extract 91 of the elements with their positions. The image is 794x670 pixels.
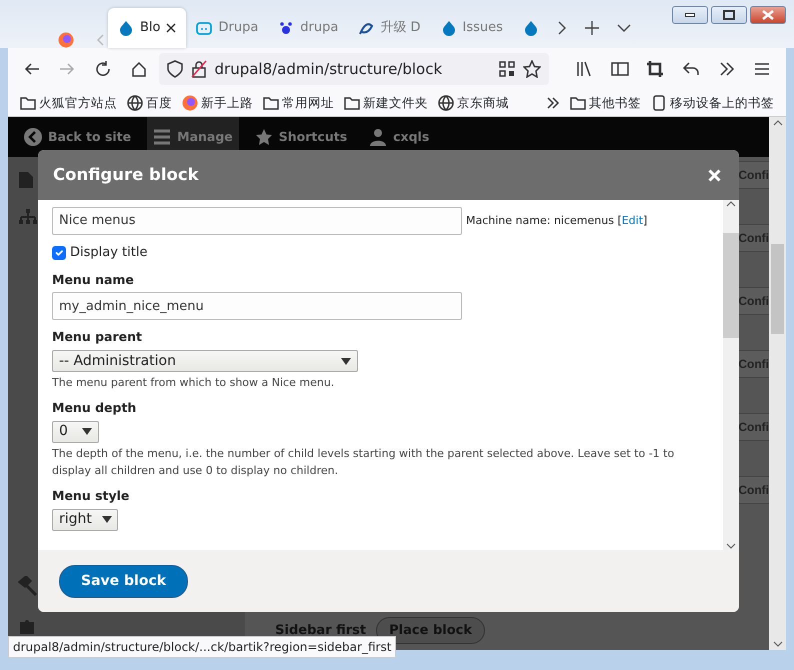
scrollbar-thumb[interactable] bbox=[771, 244, 784, 334]
browser-tab[interactable]: drupa bbox=[268, 8, 348, 48]
firefox-logo-icon[interactable] bbox=[58, 32, 74, 48]
help-text: The depth of the menu, i.e. the number of child levels starting with the parent selected above. Leave set to -1 to display all children and use 0 to display no children. bbox=[52, 446, 676, 479]
reload-icon bbox=[94, 60, 112, 78]
dialog-title: Configure block bbox=[53, 164, 199, 186]
caret-down-icon bbox=[82, 428, 92, 436]
display-title-checkbox[interactable] bbox=[52, 246, 66, 260]
chevron-right-icon[interactable] bbox=[556, 21, 567, 35]
field-label: Menu depth bbox=[52, 399, 138, 417]
browser-tab[interactable]: Blo bbox=[108, 8, 186, 48]
drop-icon bbox=[522, 20, 539, 36]
star-icon bbox=[254, 128, 273, 146]
globe-icon bbox=[127, 95, 143, 111]
menu-name-field[interactable]: my_admin_nice_menu bbox=[52, 292, 462, 320]
paw-icon bbox=[278, 20, 294, 36]
scroll-down-icon bbox=[726, 543, 736, 550]
home-icon bbox=[130, 60, 148, 78]
bookmark-link[interactable]: 新建文件夹 bbox=[344, 94, 428, 112]
sidebar-icon bbox=[610, 60, 629, 78]
browser-tab[interactable]: 升级 D bbox=[348, 8, 431, 48]
field-label: Menu parent bbox=[52, 328, 143, 346]
menu-depth-select[interactable]: 0 bbox=[52, 420, 99, 443]
edit-link[interactable]: Edit bbox=[622, 214, 644, 227]
folder-icon bbox=[20, 95, 36, 111]
menu-style-select[interactable]: right bbox=[52, 508, 118, 530]
sitemap-icon bbox=[18, 209, 38, 225]
library-icon bbox=[575, 60, 594, 78]
browser-tab[interactable]: Issues bbox=[430, 8, 513, 48]
scroll-down-icon bbox=[772, 641, 782, 648]
bookmark-link[interactable]: 百度 bbox=[127, 94, 172, 112]
firefox-logo-icon bbox=[182, 95, 198, 111]
undo-arrow-icon bbox=[682, 60, 700, 78]
hammer-icon bbox=[18, 576, 38, 596]
drop-icon bbox=[440, 20, 457, 36]
title-field[interactable]: Nice menus bbox=[52, 207, 462, 235]
double-chevron-icon[interactable] bbox=[546, 96, 560, 110]
dialog-scrollbar[interactable] bbox=[723, 200, 739, 550]
field-label: Menu style bbox=[52, 486, 130, 505]
folder-icon bbox=[263, 95, 279, 111]
maximize-icon bbox=[723, 10, 735, 20]
field-label: Menu name bbox=[52, 270, 135, 288]
toolbar-link[interactable]: Back to site bbox=[18, 117, 138, 157]
double-chevron-icon bbox=[718, 60, 736, 78]
checkbox-label: Display title bbox=[70, 244, 148, 262]
status-url: drupal8/admin/structure/block/...ck/bartik?region=sidebar_first bbox=[8, 636, 396, 658]
toolbar-link[interactable]: cxqls bbox=[363, 117, 436, 157]
minimize-icon bbox=[685, 13, 695, 17]
maximize-button[interactable] bbox=[711, 6, 747, 24]
bookmark-link[interactable]: 京东商城 bbox=[438, 94, 509, 112]
star-icon[interactable] bbox=[522, 60, 540, 78]
bookmark-link[interactable]: 移动设备上的书签 bbox=[651, 94, 774, 112]
bookmark-link[interactable]: 新手上路 bbox=[182, 94, 253, 112]
minimize-button[interactable] bbox=[672, 6, 708, 24]
caret-down-icon bbox=[102, 516, 112, 523]
caret-down-icon bbox=[341, 358, 351, 364]
browser-tab[interactable]: Drupa bbox=[186, 8, 268, 48]
plus-icon[interactable] bbox=[584, 21, 599, 35]
close-icon[interactable] bbox=[166, 23, 176, 33]
back-circle-icon bbox=[24, 128, 42, 146]
lock-icon bbox=[190, 60, 206, 78]
bookmark-link[interactable]: 常用网址 bbox=[263, 94, 334, 112]
person-icon bbox=[369, 128, 388, 146]
close-icon bbox=[762, 10, 774, 20]
document-icon bbox=[18, 171, 34, 189]
folder-icon bbox=[570, 95, 586, 111]
scroll-up-icon bbox=[726, 200, 736, 207]
scroll-up-icon bbox=[772, 119, 782, 126]
bookmark-link[interactable]: 其他书签 bbox=[570, 94, 641, 112]
scrollbar-thumb[interactable] bbox=[723, 232, 739, 338]
phone-icon bbox=[651, 95, 667, 111]
drop-icon bbox=[118, 20, 134, 36]
machine-name-text: Machine name: nicemenus [Edit] bbox=[466, 212, 648, 229]
tv-icon bbox=[196, 20, 212, 36]
save-block-button[interactable]: Save block bbox=[59, 564, 188, 598]
menu-parent-select[interactable]: -- Administration bbox=[52, 350, 358, 372]
close-button[interactable] bbox=[750, 6, 786, 24]
bookmark-link[interactable]: 火狐官方站点 bbox=[20, 94, 117, 112]
shield-icon bbox=[166, 60, 182, 78]
swirl-icon bbox=[358, 20, 374, 36]
address-bar[interactable]: drupal8/admin/structure/block bbox=[158, 53, 548, 85]
chevron-down-icon[interactable] bbox=[616, 23, 631, 33]
globe-icon bbox=[438, 95, 454, 111]
folder-icon bbox=[344, 95, 360, 111]
qr-code-icon[interactable] bbox=[498, 61, 514, 77]
toolbar-link[interactable]: Shortcuts bbox=[248, 117, 354, 157]
help-text: The menu parent from which to show a Nice menu. bbox=[52, 375, 336, 391]
crop-icon bbox=[646, 60, 664, 78]
page-scrollbar[interactable] bbox=[769, 117, 786, 650]
menu-icon bbox=[153, 128, 172, 146]
close-icon bbox=[708, 168, 721, 182]
